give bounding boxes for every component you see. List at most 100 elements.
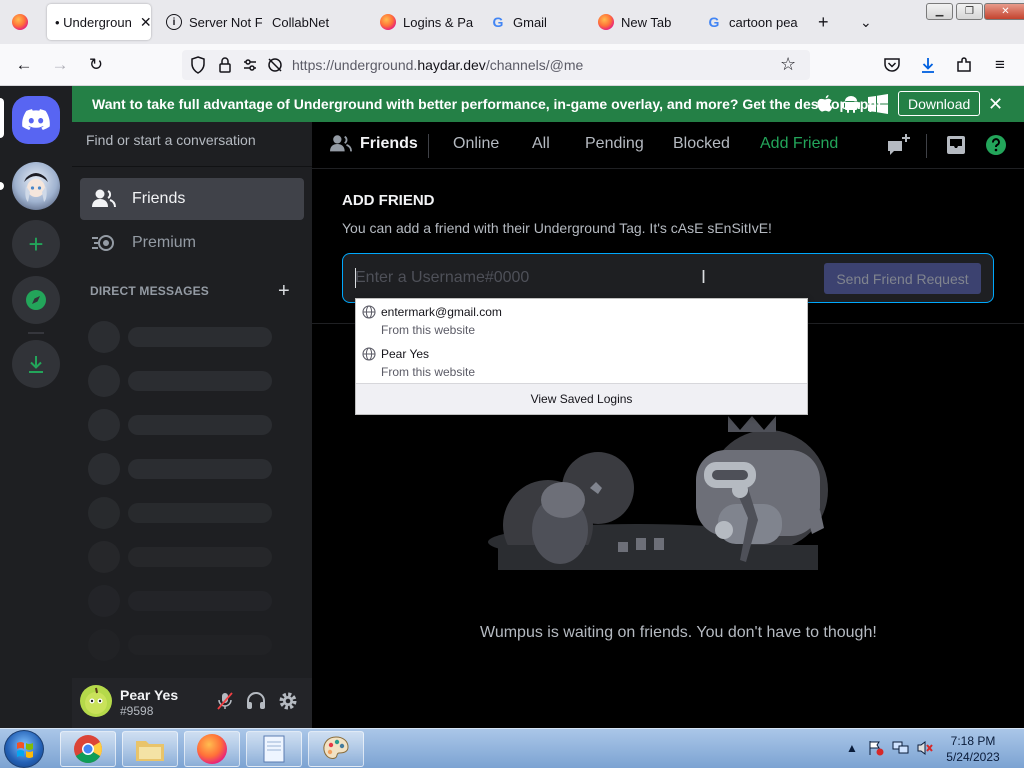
saved-login-username: Pear Yes xyxy=(381,347,430,361)
dm-skeleton-avatar xyxy=(88,629,120,661)
bookmark-star-icon[interactable]: ☆ xyxy=(780,54,796,75)
network-icon[interactable] xyxy=(892,740,910,759)
download-button[interactable]: Download xyxy=(898,91,981,116)
saved-login-item[interactable]: Pear Yes From this website xyxy=(356,341,807,383)
permissions-icon[interactable] xyxy=(242,57,258,78)
clock-date: 5/24/2023 xyxy=(946,750,1000,764)
pocket-icon[interactable] xyxy=(880,53,904,77)
tab-label: cartoon pea xyxy=(729,14,798,30)
friends-icon xyxy=(330,134,352,159)
tab-server-not-found[interactable]: i Server Not F xyxy=(158,4,262,40)
help-question-icon[interactable] xyxy=(986,135,1006,160)
anime-avatar-icon xyxy=(24,173,48,202)
add-friend-input-wrapper: I Send Friend Request xyxy=(342,253,994,303)
headphones-icon[interactable] xyxy=(245,690,267,712)
sidebar-divider xyxy=(72,166,312,167)
restore-window-button[interactable]: ❐ xyxy=(956,3,983,20)
sidebar-item-premium[interactable]: Premium xyxy=(80,222,304,264)
tab-add-friend[interactable]: Add Friend xyxy=(760,135,838,153)
chrome-icon xyxy=(74,735,102,763)
action-center-flag-icon[interactable] xyxy=(868,740,884,759)
find-conversation-search[interactable]: Find or start a conversation xyxy=(86,132,256,148)
user-tag: #9598 xyxy=(120,704,154,718)
dm-skeleton-bar xyxy=(128,503,272,523)
tab-underground[interactable]: • Undergroun ✕ xyxy=(47,4,151,40)
server-avatar[interactable] xyxy=(12,162,60,210)
windows-icon xyxy=(868,94,888,117)
tab-all[interactable]: All xyxy=(532,135,550,153)
mute-mic-icon[interactable] xyxy=(214,690,236,712)
settings-gear-icon[interactable] xyxy=(277,690,299,712)
saved-login-source: From this website xyxy=(381,365,476,379)
close-banner-icon[interactable]: ✕ xyxy=(988,94,1003,115)
taskbar-chrome[interactable] xyxy=(60,731,116,767)
saved-login-username: entermark@gmail.com xyxy=(381,305,502,319)
close-window-button[interactable]: ✕ xyxy=(984,3,1024,20)
tab-new-tab[interactable]: New Tab xyxy=(590,4,694,40)
discord-logo-icon xyxy=(22,109,50,130)
taskbar-explorer[interactable] xyxy=(122,731,178,767)
dm-skeleton-avatar xyxy=(88,585,120,617)
url-bar[interactable]: https://underground.haydar.dev/channels/… xyxy=(182,50,810,80)
add-friend-username-input[interactable] xyxy=(355,266,805,290)
minimize-window-button[interactable]: ▁ xyxy=(926,3,953,20)
add-server-plus-icon[interactable]: + xyxy=(12,220,60,268)
new-tab-plus-icon[interactable]: + xyxy=(810,4,838,40)
notepad-icon xyxy=(263,735,285,763)
create-dm-plus-icon[interactable]: + xyxy=(278,280,290,303)
hamburger-menu-icon[interactable]: ≡ xyxy=(988,53,1012,77)
tab-cartoon-pear[interactable]: G cartoon pea xyxy=(698,4,802,40)
show-hidden-icons-icon[interactable]: ▲ xyxy=(846,741,858,755)
tab-online[interactable]: Online xyxy=(453,135,499,153)
taskbar-paint[interactable] xyxy=(308,731,364,767)
extensions-icon[interactable] xyxy=(952,53,976,77)
google-icon: G xyxy=(492,14,504,30)
view-saved-logins-button[interactable]: View Saved Logins xyxy=(356,383,807,414)
tab-collabnet[interactable]: CollabNet xyxy=(264,4,368,40)
start-button[interactable] xyxy=(4,730,44,768)
tab-logins[interactable]: Logins & Pa xyxy=(372,4,476,40)
forward-arrow-icon[interactable]: → xyxy=(48,53,72,77)
empty-state-text: Wumpus is waiting on friends. You don't … xyxy=(480,624,877,641)
lock-icon[interactable] xyxy=(218,56,232,79)
tab-pending[interactable]: Pending xyxy=(585,135,644,153)
folder-icon xyxy=(136,741,164,761)
tab-label: New Tab xyxy=(621,14,672,30)
volume-muted-icon[interactable] xyxy=(916,740,934,759)
back-arrow-icon[interactable]: ← xyxy=(12,53,36,77)
sidebar-item-label: Premium xyxy=(132,234,197,251)
user-panel: Pear Yes #9598 xyxy=(72,678,312,728)
dm-skeleton-bar xyxy=(128,459,272,479)
tab-gmail[interactable]: G Gmail xyxy=(482,4,586,40)
inbox-icon[interactable] xyxy=(946,135,966,160)
tracking-shield-icon[interactable] xyxy=(190,56,206,79)
send-friend-request-button[interactable]: Send Friend Request xyxy=(824,263,981,294)
sidebar-item-friends[interactable]: Friends xyxy=(80,178,304,220)
reload-icon[interactable]: ↻ xyxy=(84,53,108,77)
home-button[interactable] xyxy=(12,96,60,144)
windows-taskbar: ▲ 7:18 PM 5/24/2023 xyxy=(0,728,1024,768)
windows-logo-icon xyxy=(17,742,33,758)
nitro-icon xyxy=(92,231,116,255)
tab-blocked[interactable]: Blocked xyxy=(673,135,730,153)
text-caret xyxy=(355,268,356,288)
tab-close-icon[interactable]: ✕ xyxy=(140,14,151,31)
friends-top-bar: Friends Online All Pending Blocked Add F… xyxy=(312,122,1024,169)
system-clock[interactable]: 7:18 PM 5/24/2023 xyxy=(944,733,1002,765)
new-group-dm-icon[interactable] xyxy=(886,134,912,163)
pear-avatar-icon xyxy=(85,687,107,714)
taskbar-firefox[interactable] xyxy=(184,731,240,767)
sidebar-item-label: Friends xyxy=(132,190,186,207)
page-title: Friends xyxy=(360,135,418,152)
downloads-icon[interactable] xyxy=(916,53,940,77)
firefox-menu-icon[interactable] xyxy=(4,4,40,40)
download-apps-icon[interactable] xyxy=(12,340,60,388)
browser-nav-bar: ← → ↻ https://underground.haydar.dev/cha… xyxy=(0,44,1024,86)
explore-compass-icon[interactable] xyxy=(12,276,60,324)
saved-login-item[interactable]: entermark@gmail.com From this website xyxy=(356,299,807,341)
camera-blocked-icon[interactable] xyxy=(266,56,284,79)
avatar[interactable] xyxy=(80,685,112,717)
taskbar-notepad[interactable] xyxy=(246,731,302,767)
list-all-tabs-chevron-icon[interactable]: ⌄ xyxy=(852,4,880,40)
dm-skeleton-avatar xyxy=(88,321,120,353)
